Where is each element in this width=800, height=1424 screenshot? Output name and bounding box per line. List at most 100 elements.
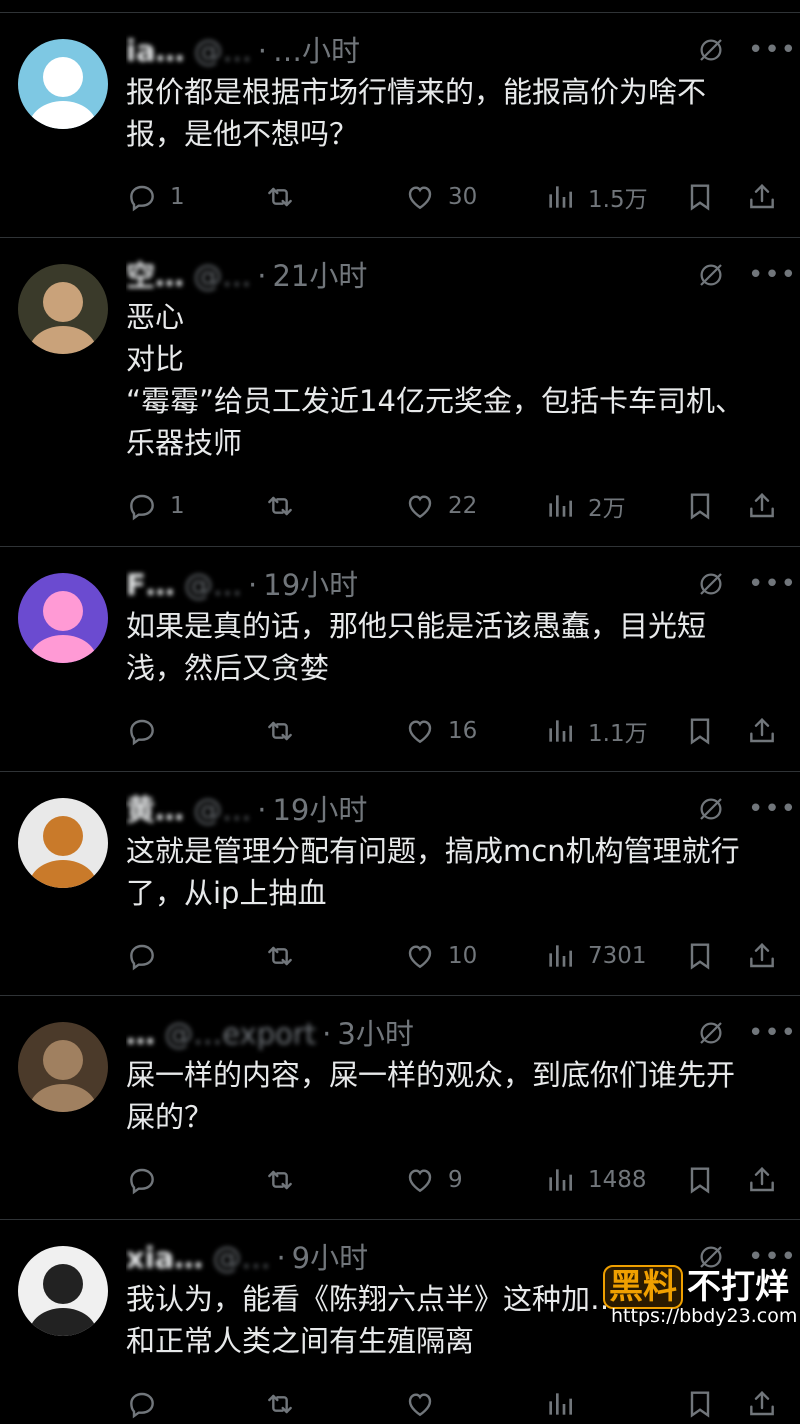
display-name[interactable]: 空… — [126, 259, 184, 293]
reply-button[interactable] — [126, 936, 170, 976]
separator-dot: · — [276, 1241, 286, 1275]
separator-dot: · — [257, 259, 267, 293]
views-icon — [544, 181, 576, 213]
share-button[interactable] — [746, 1384, 778, 1424]
action-bar: 10 7301 — [126, 936, 786, 976]
grok-icon[interactable] — [696, 794, 726, 824]
grok-icon[interactable] — [696, 1018, 726, 1048]
bookmark-button[interactable] — [684, 1160, 716, 1200]
reply-button[interactable] — [126, 1160, 170, 1200]
views-button[interactable]: 1488 — [544, 1160, 647, 1200]
grok-icon[interactable] — [696, 260, 726, 290]
repost-button[interactable] — [264, 177, 296, 217]
post-header: ia… @… · …小时 — [126, 31, 680, 71]
reply-button[interactable] — [126, 1384, 170, 1424]
user-handle[interactable]: @… — [193, 259, 251, 293]
views-button[interactable]: 2万 — [544, 486, 626, 526]
post-text-line: 浅，然后又贪婪 — [126, 651, 330, 685]
bookmark-button[interactable] — [684, 177, 716, 217]
separator-dot: · — [248, 568, 258, 602]
views-icon — [544, 715, 576, 747]
like-button[interactable]: 10 — [404, 936, 477, 976]
post-time[interactable]: 9小时 — [292, 1241, 368, 1275]
repost-button[interactable] — [264, 1384, 296, 1424]
share-icon — [746, 940, 778, 972]
share-button[interactable] — [746, 936, 778, 976]
bookmark-button[interactable] — [684, 1384, 716, 1424]
like-button[interactable] — [404, 1384, 448, 1424]
post-time[interactable]: 19小时 — [263, 568, 358, 602]
display-name[interactable]: 黄… — [126, 793, 184, 827]
more-icon[interactable]: ••• — [748, 794, 796, 824]
share-button[interactable] — [746, 711, 778, 751]
more-icon[interactable]: ••• — [748, 569, 796, 599]
reply-button[interactable] — [126, 711, 170, 751]
repost-icon — [264, 1164, 296, 1196]
repost-button[interactable] — [264, 711, 296, 751]
separator-dot: · — [257, 793, 267, 827]
user-handle[interactable]: @… — [193, 793, 251, 827]
bookmark-button[interactable] — [684, 936, 716, 976]
post-header: 空… @… · 21小时 — [126, 256, 680, 296]
more-icon[interactable]: ••• — [748, 260, 796, 290]
views-button[interactable]: 1.1万 — [544, 711, 648, 751]
reply-post[interactable]: ia… @… · …小时 ••• 报价都是根据市场行情来的，能报高价为啥不 报，是他不… — [0, 12, 800, 238]
user-handle[interactable]: @… — [184, 568, 242, 602]
post-text: 这就是管理分配有问题，搞成mcn机构管理就行 了，从ip上抽血 — [126, 830, 772, 914]
post-text-line: 报价都是根据市场行情来的，能报高价为啥不 — [126, 75, 707, 109]
display-name[interactable]: … — [126, 1017, 155, 1051]
display-name[interactable]: xia… — [126, 1241, 203, 1275]
reply-count: 1 — [170, 184, 185, 210]
reply-button[interactable]: 1 — [126, 486, 185, 526]
views-button[interactable]: 1.5万 — [544, 177, 648, 217]
post-time[interactable]: 3小时 — [337, 1017, 413, 1051]
avatar[interactable] — [18, 39, 108, 129]
avatar[interactable] — [18, 573, 108, 663]
avatar[interactable] — [18, 1022, 108, 1112]
post-time[interactable]: 21小时 — [272, 259, 367, 293]
watermark-slogan: 不打烊 — [687, 1267, 789, 1307]
share-button[interactable] — [746, 486, 778, 526]
heart-icon — [404, 1388, 436, 1420]
reply-button[interactable]: 1 — [126, 177, 185, 217]
share-icon — [746, 1388, 778, 1420]
reply-post[interactable]: 空… @… · 21小时 ••• 恶心 对比 “霉霉”给员工发近14亿元奖金，包括卡车司… — [0, 237, 800, 547]
share-button[interactable] — [746, 177, 778, 217]
reply-icon — [126, 715, 158, 747]
user-handle[interactable]: @… — [212, 1241, 270, 1275]
views-button[interactable] — [544, 1384, 588, 1424]
reply-post[interactable]: … @…export · 3小时 ••• 屎一样的内容，屎一样的观众，到底你们谁先开… — [0, 995, 800, 1220]
display-name[interactable]: ia… — [126, 34, 185, 68]
bookmark-button[interactable] — [684, 711, 716, 751]
avatar[interactable] — [18, 264, 108, 354]
post-time[interactable]: …小时 — [273, 34, 360, 68]
post-header: 黄… @… · 19小时 — [126, 790, 680, 830]
repost-button[interactable] — [264, 936, 296, 976]
like-button[interactable]: 16 — [404, 711, 477, 751]
post-time[interactable]: 19小时 — [272, 793, 367, 827]
views-button[interactable]: 7301 — [544, 936, 647, 976]
more-icon[interactable]: ••• — [748, 35, 796, 65]
like-button[interactable]: 30 — [404, 177, 477, 217]
avatar[interactable] — [18, 798, 108, 888]
bookmark-button[interactable] — [684, 486, 716, 526]
display-name[interactable]: F… — [126, 568, 175, 602]
repost-button[interactable] — [264, 1160, 296, 1200]
avatar[interactable] — [18, 1246, 108, 1336]
reply-post[interactable]: F… @… · 19小时 ••• 如果是真的话，那他只能是活该愚蠢，目光短 浅，然后又… — [0, 546, 800, 772]
views-count: 2万 — [588, 496, 626, 522]
more-icon[interactable]: ••• — [748, 1018, 796, 1048]
share-button[interactable] — [746, 1160, 778, 1200]
bookmark-icon — [684, 1164, 716, 1196]
post-text: 如果是真的话，那他只能是活该愚蠢，目光短 浅，然后又贪婪 — [126, 605, 772, 689]
like-button[interactable]: 9 — [404, 1160, 463, 1200]
grok-icon[interactable] — [696, 569, 726, 599]
repost-button[interactable] — [264, 486, 296, 526]
reply-post[interactable]: 黄… @… · 19小时 ••• 这就是管理分配有问题，搞成mcn机构管理就行 了，从… — [0, 771, 800, 996]
user-handle[interactable]: @… — [194, 34, 252, 68]
user-handle[interactable]: @…export — [164, 1017, 316, 1051]
views-icon — [544, 1388, 576, 1420]
like-button[interactable]: 22 — [404, 486, 477, 526]
grok-icon[interactable] — [696, 35, 726, 65]
post-text-line: 对比 — [126, 342, 185, 376]
